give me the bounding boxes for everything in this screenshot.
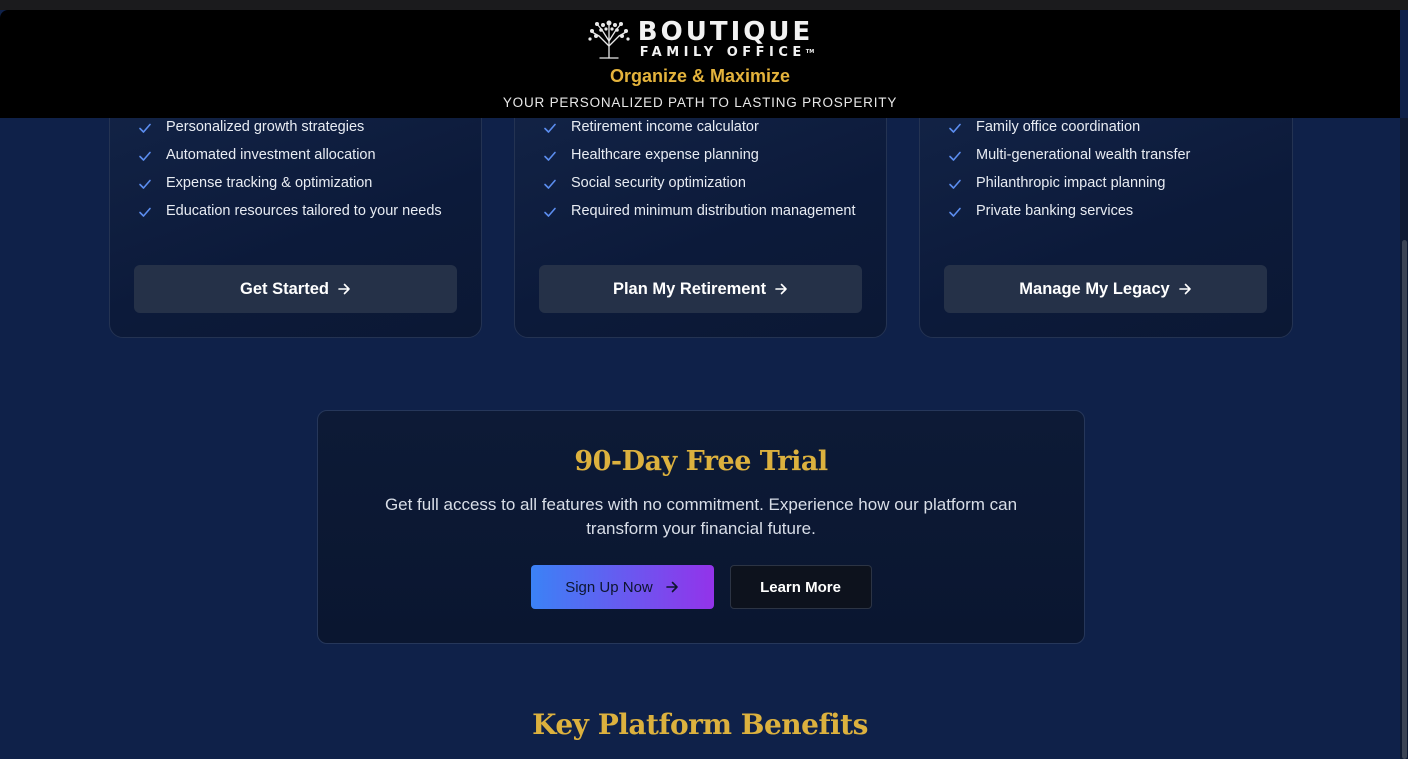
tagline: Organize & Maximize — [609, 66, 791, 86]
check-icon — [949, 151, 961, 161]
plan-my-retirement-button[interactable]: Plan My Retirement — [539, 265, 862, 313]
feature-item: Expense tracking & optimization — [138, 173, 459, 193]
button-label: Get Started — [240, 279, 329, 298]
get-started-button[interactable]: Get Started — [134, 265, 457, 313]
feature-item: Education resources tailored to your nee… — [138, 201, 459, 221]
brand-logo[interactable]: BOUTIQUE FAMILY OFFICETM — [586, 17, 814, 61]
feature-item: Private banking services — [948, 201, 1270, 221]
check-icon — [544, 179, 556, 189]
trademark: TM — [805, 48, 815, 55]
section-title-benefits: Key Platform Benefits — [532, 708, 868, 741]
plan-card-retirement: Retirement income calculator Healthcare … — [514, 80, 887, 338]
manage-my-legacy-button[interactable]: Manage My Legacy — [944, 265, 1267, 313]
feature-item: Automated investment allocation — [138, 145, 459, 165]
browser-top-strip — [0, 0, 1408, 10]
button-label: Plan My Retirement — [612, 279, 767, 298]
tree-logo-icon — [588, 20, 630, 59]
arrow-right-icon — [338, 283, 350, 295]
check-icon — [949, 207, 961, 217]
brand-main: BOUTIQUE — [637, 16, 814, 47]
check-icon — [949, 179, 961, 189]
feature-list: Family office coordination Multi-generat… — [948, 117, 1270, 229]
check-icon — [949, 123, 961, 133]
feature-item: Retirement income calculator — [543, 117, 864, 137]
check-icon — [139, 123, 151, 133]
button-label: Sign Up Now — [565, 578, 653, 596]
feature-item: Multi-generational wealth transfer — [948, 145, 1270, 165]
site-header: BOUTIQUE FAMILY OFFICETM Organize & Maxi… — [0, 10, 1400, 118]
check-icon — [544, 151, 556, 161]
arrow-right-icon — [665, 581, 678, 593]
arrow-right-icon — [775, 283, 787, 295]
learn-more-button[interactable]: Learn More — [729, 565, 872, 609]
header-subtitle: YOUR PERSONALIZED PATH TO LASTING PROSPE… — [502, 95, 898, 110]
free-trial-panel: 90-Day Free Trial Get full access to all… — [317, 410, 1085, 644]
trial-title: 90-Day Free Trial — [574, 446, 828, 477]
feature-item: Philanthropic impact planning — [948, 173, 1270, 193]
check-icon — [139, 207, 151, 217]
button-label: Manage My Legacy — [1019, 279, 1170, 298]
plan-card-growth: Personalized growth strategies Automated… — [109, 80, 482, 338]
check-icon — [139, 151, 151, 161]
check-icon — [544, 207, 556, 217]
scrollbar-thumb[interactable] — [1402, 240, 1407, 759]
check-icon — [139, 179, 151, 189]
feature-item: Required minimum distribution management — [543, 201, 864, 221]
feature-list: Personalized growth strategies Automated… — [138, 117, 459, 229]
trial-description: Get full access to all features with no … — [384, 495, 1018, 538]
feature-item: Family office coordination — [948, 117, 1270, 137]
trial-actions: Sign Up Now Learn More — [318, 565, 1084, 609]
feature-list: Retirement income calculator Healthcare … — [543, 117, 864, 229]
arrow-right-icon — [1178, 283, 1191, 295]
feature-item: Healthcare expense planning — [543, 145, 864, 165]
brand-sub: FAMILY OFFICETM — [639, 44, 815, 60]
plan-card-legacy: Family office coordination Multi-generat… — [919, 80, 1293, 338]
brand-wordmark: BOUTIQUE FAMILY OFFICETM — [638, 19, 814, 60]
check-icon — [544, 123, 556, 133]
sign-up-button[interactable]: Sign Up Now — [530, 565, 714, 609]
feature-item: Personalized growth strategies — [138, 117, 459, 137]
feature-item: Social security optimization — [543, 173, 864, 193]
